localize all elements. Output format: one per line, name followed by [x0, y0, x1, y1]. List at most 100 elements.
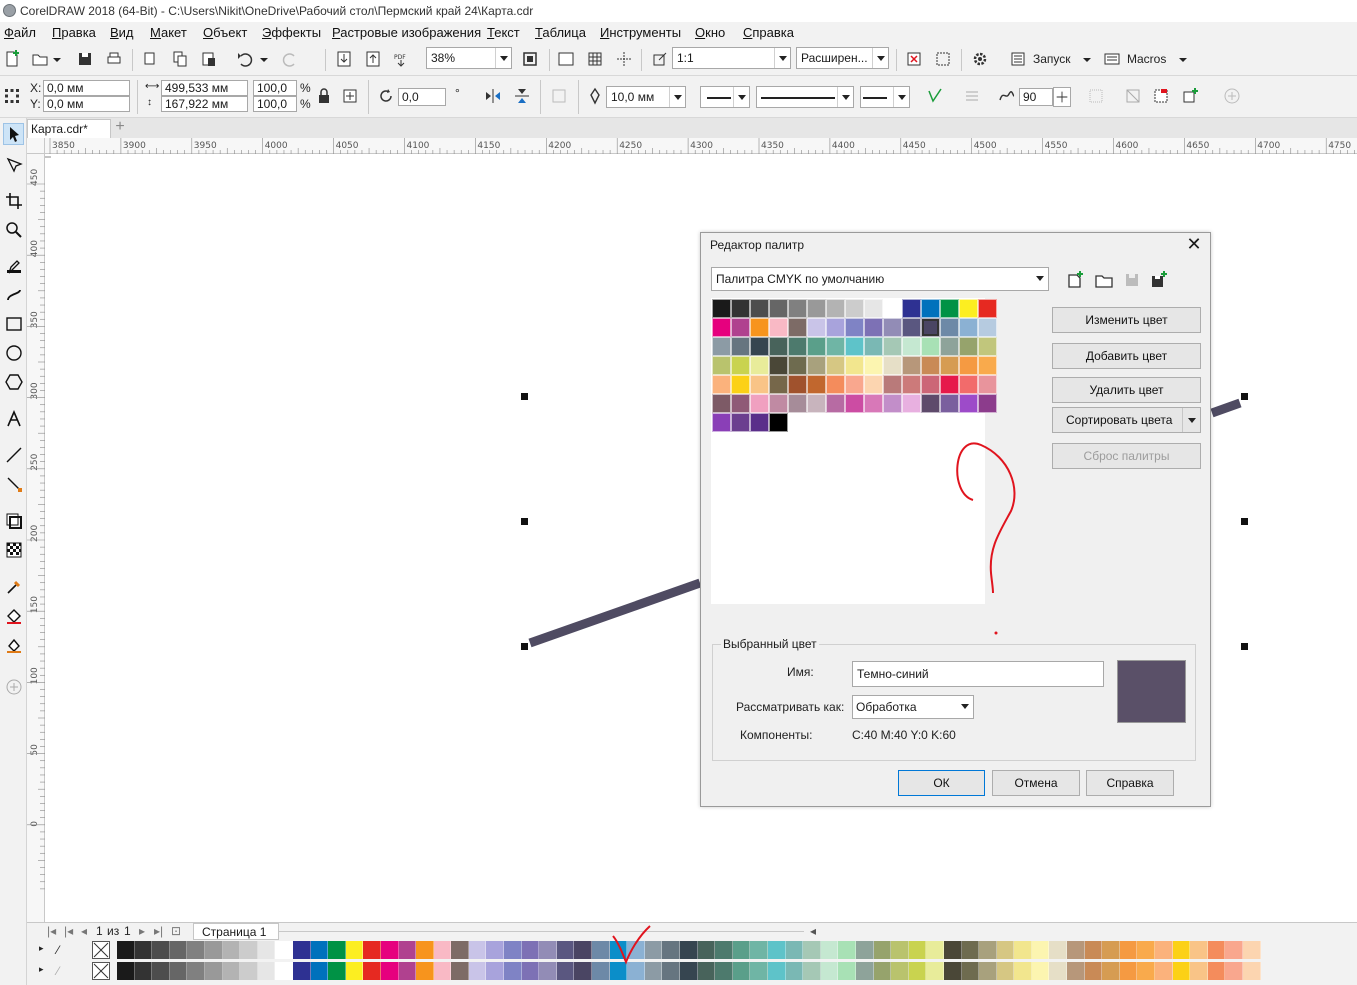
help-button[interactable]: Справка	[1086, 770, 1174, 796]
palette-swatch[interactable]	[486, 962, 505, 980]
polygon-tool-icon[interactable]	[3, 371, 24, 393]
palette-color-cell[interactable]	[750, 375, 769, 394]
palette-color-cell[interactable]	[864, 394, 883, 413]
palette-color-cell[interactable]	[731, 375, 750, 394]
palette-color-cell[interactable]	[769, 413, 788, 432]
page-tab[interactable]: Страница 1	[193, 923, 279, 940]
palette-swatch[interactable]	[451, 941, 469, 959]
eyedropper-icon[interactable]	[3, 576, 24, 598]
palette-color-cell[interactable]	[769, 299, 788, 318]
outline-width-combo[interactable]: 10,0 мм	[606, 86, 686, 108]
palette-color-cell[interactable]	[788, 299, 807, 318]
palette-expand-icon[interactable]: ▸	[39, 943, 44, 954]
palette-swatch[interactable]	[574, 962, 593, 980]
palette-color-cell[interactable]	[978, 337, 997, 356]
mirror-vertical-icon[interactable]	[512, 86, 532, 106]
palette-swatch[interactable]	[838, 962, 856, 980]
pen-nib-icon[interactable]	[585, 86, 605, 106]
palette-swatch[interactable]	[1119, 941, 1138, 959]
palette-swatch[interactable]	[117, 941, 135, 959]
palette-color-cell[interactable]	[826, 318, 845, 337]
palette-color-cell[interactable]	[902, 299, 921, 318]
add-node-icon[interactable]	[1180, 86, 1200, 106]
save-palette-icon[interactable]	[1122, 270, 1142, 290]
next-page-icon[interactable]: ▸	[139, 924, 145, 938]
palette-swatch[interactable]	[767, 962, 786, 980]
palette-color-cell[interactable]	[883, 356, 902, 375]
palette-swatch[interactable]	[1172, 941, 1191, 959]
full-screen-icon[interactable]	[556, 49, 576, 69]
palette-swatch[interactable]	[257, 941, 276, 959]
transform-icon[interactable]	[340, 86, 360, 106]
smart-fill-icon[interactable]	[3, 634, 24, 656]
palette-swatch[interactable]	[1172, 962, 1191, 980]
palette-color-cell[interactable]	[902, 394, 921, 413]
palette-color-cell[interactable]	[826, 337, 845, 356]
menu-table[interactable]: Таблица	[535, 25, 586, 40]
palette-color-cell[interactable]	[731, 394, 750, 413]
palette-color-cell[interactable]	[788, 337, 807, 356]
palette-swatch[interactable]	[380, 941, 399, 959]
palette-swatch[interactable]	[556, 941, 575, 959]
first-page-icon[interactable]: |◂	[64, 924, 73, 938]
palette-color-cell[interactable]	[807, 394, 826, 413]
palette-color-cell[interactable]	[788, 356, 807, 375]
trim-icon[interactable]	[1123, 86, 1143, 106]
palette-swatch[interactable]	[416, 941, 434, 959]
export-icon[interactable]	[363, 49, 383, 69]
palette-swatch[interactable]	[222, 962, 241, 980]
pick-tool-icon[interactable]	[3, 123, 24, 145]
palette-swatch[interactable]	[662, 941, 680, 959]
palette-swatch[interactable]	[1137, 941, 1156, 959]
palette-swatch[interactable]	[380, 962, 399, 980]
width-field[interactable]: 499,533 мм	[161, 80, 248, 96]
chevron-down-icon[interactable]	[957, 696, 973, 718]
palette-color-cell[interactable]	[845, 299, 864, 318]
palette-color-cell[interactable]	[864, 299, 883, 318]
palette-swatch[interactable]	[697, 941, 716, 959]
palette-swatch[interactable]	[943, 941, 962, 959]
palette-color-cell[interactable]	[902, 318, 921, 337]
line-shape-end[interactable]	[1210, 398, 1242, 418]
palette-swatch[interactable]	[574, 941, 593, 959]
palette-color-cell[interactable]	[712, 413, 731, 432]
palette-swatch[interactable]	[1207, 962, 1226, 980]
no-color-swatch[interactable]	[92, 962, 110, 980]
palette-swatch[interactable]	[926, 941, 944, 959]
add-icon[interactable]	[1222, 86, 1242, 106]
palette-color-cell[interactable]	[959, 375, 978, 394]
scale-combo[interactable]: 1:1	[672, 47, 791, 69]
palette-color-cell[interactable]	[921, 375, 940, 394]
palette-swatch[interactable]	[275, 941, 293, 959]
palette-swatch[interactable]	[433, 941, 452, 959]
zoom-tool-icon[interactable]	[3, 219, 24, 241]
palette-color-cell[interactable]	[750, 356, 769, 375]
palette-color-cell[interactable]	[712, 375, 731, 394]
palette-color-cell[interactable]	[750, 394, 769, 413]
connector-tool-icon[interactable]	[3, 473, 24, 495]
selection-handle[interactable]	[521, 643, 528, 650]
palette-swatch[interactable]	[803, 962, 821, 980]
snap-combo[interactable]: Расширен...	[796, 47, 889, 69]
mirror-horizontal-icon[interactable]	[483, 86, 503, 106]
palette-swatch[interactable]	[187, 941, 205, 959]
chevron-down-icon[interactable]	[1080, 49, 1094, 69]
interactive-fill-icon[interactable]	[3, 605, 24, 627]
palette-swatch[interactable]	[979, 962, 997, 980]
cancel-button[interactable]: Отмена	[992, 770, 1080, 796]
palette-color-cell[interactable]	[769, 337, 788, 356]
palette-swatch[interactable]	[117, 962, 135, 980]
palette-color-cell[interactable]	[750, 299, 769, 318]
delete-color-button[interactable]: Удалить цвет	[1052, 377, 1201, 403]
palette-swatch[interactable]	[750, 962, 768, 980]
selection-handle[interactable]	[1241, 518, 1248, 525]
palette-swatch[interactable]	[855, 941, 874, 959]
rotation-field[interactable]: 0,0	[398, 88, 446, 106]
palette-color-cell[interactable]	[788, 375, 807, 394]
chevron-down-icon[interactable]	[50, 49, 64, 69]
palette-color-cell[interactable]	[978, 318, 997, 337]
end-arrow-combo[interactable]	[860, 86, 910, 108]
first-page-icon[interactable]: |◂	[47, 924, 56, 938]
open-palette-icon[interactable]	[1094, 270, 1114, 290]
palette-color-cell[interactable]	[883, 375, 902, 394]
